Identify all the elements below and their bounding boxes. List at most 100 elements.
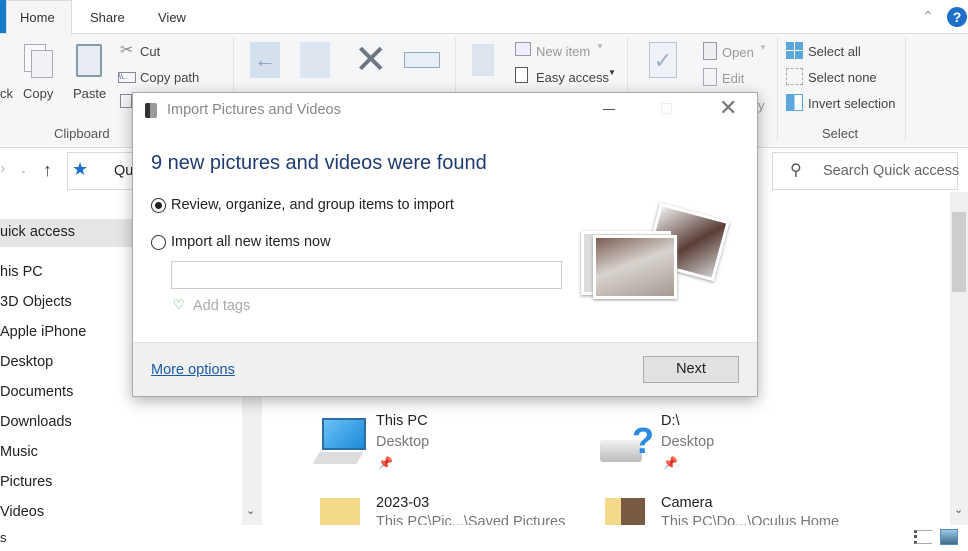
nav-item-apple-iphone[interactable]: Apple iPhone: [0, 324, 86, 340]
divider: [777, 38, 778, 141]
item-location: This PC\Do...\Oculus Home: [661, 514, 840, 525]
radio-review[interactable]: [151, 198, 166, 213]
tab-view[interactable]: View: [158, 0, 186, 35]
new-item-dropdown-icon: ▼: [596, 42, 604, 51]
select-all-button[interactable]: Select all: [808, 44, 861, 59]
pin-icon: 📌: [378, 456, 393, 470]
move-to-icon[interactable]: ←: [250, 42, 280, 78]
nav-scroll-down-icon[interactable]: ⌄: [246, 504, 255, 517]
dialog-title: Import Pictures and Videos: [167, 102, 341, 118]
easy-access-dropdown-icon: ▼: [608, 68, 616, 77]
add-tags-icon: ♡: [173, 297, 185, 312]
rename-icon[interactable]: [404, 52, 440, 68]
more-options-link[interactable]: More options: [151, 362, 235, 378]
nav-item-downloads[interactable]: Downloads: [0, 414, 72, 430]
easy-access-button[interactable]: Easy access: [536, 70, 609, 85]
open-button[interactable]: Open: [722, 45, 754, 60]
invert-selection-icon: [786, 94, 803, 111]
nav-item-this-pc[interactable]: his PC: [0, 264, 43, 280]
history-button[interactable]: y: [758, 98, 765, 113]
edit-icon: [703, 68, 717, 86]
open-icon: [703, 42, 717, 60]
select-none-button[interactable]: Select none: [808, 70, 877, 85]
quick-access-star-icon: ★: [72, 159, 89, 179]
search-input[interactable]: Search Quick access: [823, 163, 959, 179]
item-location: Desktop: [661, 434, 715, 450]
folder-icon: [320, 498, 360, 525]
dialog-heading: 9 new pictures and videos were found: [151, 152, 487, 174]
forward-button[interactable]: ›: [0, 160, 5, 178]
recent-locations-icon[interactable]: ⌄: [20, 166, 27, 175]
close-button[interactable]: ✕: [719, 95, 737, 121]
folder-icon: [605, 498, 645, 525]
radio-review-label[interactable]: Review, organize, and group items to imp…: [171, 197, 454, 213]
copy-icon-back: [31, 50, 53, 78]
status-text: s: [0, 530, 7, 545]
new-item-icon: [515, 42, 531, 56]
tags-input[interactable]: [171, 261, 562, 289]
large-icons-view-icon[interactable]: [940, 529, 958, 545]
paste-shortcut-icon: [120, 94, 132, 108]
edit-button[interactable]: Edit: [722, 71, 744, 86]
up-button[interactable]: ↑: [43, 160, 52, 181]
item-location-clip: This PC\Pic...\Saved Pictures: [376, 514, 565, 525]
help-icon[interactable]: ?: [947, 7, 967, 27]
item-name[interactable]: 2023-03: [376, 495, 429, 511]
select-all-icon: [786, 42, 803, 59]
import-dialog: Import Pictures and Videos ✕ 9 new pictu…: [132, 92, 758, 397]
keyboard-icon: [312, 452, 364, 464]
item-location: Desktop: [376, 434, 430, 450]
camera-app-icon: [145, 103, 157, 118]
copy-button[interactable]: Copy: [23, 86, 53, 101]
paste-button[interactable]: Paste: [73, 86, 106, 101]
properties-icon[interactable]: ✓: [649, 42, 677, 78]
select-group-label: Select: [822, 126, 859, 141]
address-text[interactable]: Qu: [114, 163, 133, 179]
item-name[interactable]: D:\: [661, 413, 680, 429]
paste-icon: [76, 44, 102, 77]
item-location: This PC\Pic...\Saved Pictures: [376, 514, 566, 525]
select-none-icon: [786, 68, 803, 85]
item-location-clip: This PC\Do...\Oculus Home: [661, 514, 839, 525]
pin-icon: 📌: [663, 456, 678, 470]
radio-import-all[interactable]: [151, 235, 166, 250]
search-icon: ⚲: [790, 162, 802, 179]
tab-home[interactable]: Home: [20, 0, 55, 35]
photo-stack-image: [581, 202, 730, 301]
delete-icon[interactable]: ✕: [354, 36, 388, 84]
next-button[interactable]: Next: [643, 356, 739, 383]
invert-selection-button[interactable]: Invert selection: [808, 96, 895, 111]
minimize-button[interactable]: [603, 109, 615, 110]
add-tags-label: Add tags: [193, 298, 251, 314]
radio-import-all-label[interactable]: Import all new items now: [171, 234, 331, 250]
nav-item-pictures[interactable]: Pictures: [0, 474, 52, 490]
collapse-ribbon-icon[interactable]: ⌃: [922, 8, 934, 25]
question-mark-icon: ?: [632, 420, 654, 461]
nav-item-documents[interactable]: Documents: [0, 384, 73, 400]
divider: [905, 38, 906, 141]
open-dropdown-icon: ▼: [759, 43, 767, 52]
scroll-thumb[interactable]: [952, 212, 966, 292]
nav-item-videos[interactable]: Videos: [0, 504, 44, 520]
pin-quick-access-label[interactable]: ck: [0, 86, 13, 101]
copy-path-icon: \\..: [118, 72, 136, 83]
easy-access-icon: [515, 67, 528, 83]
maximize-button[interactable]: [661, 103, 672, 114]
item-name[interactable]: This PC: [376, 413, 428, 429]
copy-to-icon[interactable]: [300, 42, 330, 78]
this-pc-icon: [322, 418, 366, 450]
copy-path-button[interactable]: Copy path: [140, 70, 199, 85]
main-scroll-down-icon[interactable]: ⌄: [954, 503, 963, 516]
nav-item-music[interactable]: Music: [0, 444, 38, 460]
nav-item-quick-access[interactable]: uick access: [0, 224, 75, 240]
details-view-icon[interactable]: [914, 530, 932, 544]
nav-item-desktop[interactable]: Desktop: [0, 354, 53, 370]
item-name[interactable]: Camera: [661, 495, 713, 511]
tab-share[interactable]: Share: [90, 0, 125, 35]
cut-icon: ✂: [120, 42, 134, 59]
cut-button[interactable]: Cut: [140, 44, 160, 59]
clipboard-group-label: Clipboard: [54, 126, 110, 141]
nav-item-3d-objects[interactable]: 3D Objects: [0, 294, 72, 310]
new-item-button[interactable]: New item: [536, 44, 590, 59]
new-folder-icon[interactable]: [472, 44, 494, 76]
